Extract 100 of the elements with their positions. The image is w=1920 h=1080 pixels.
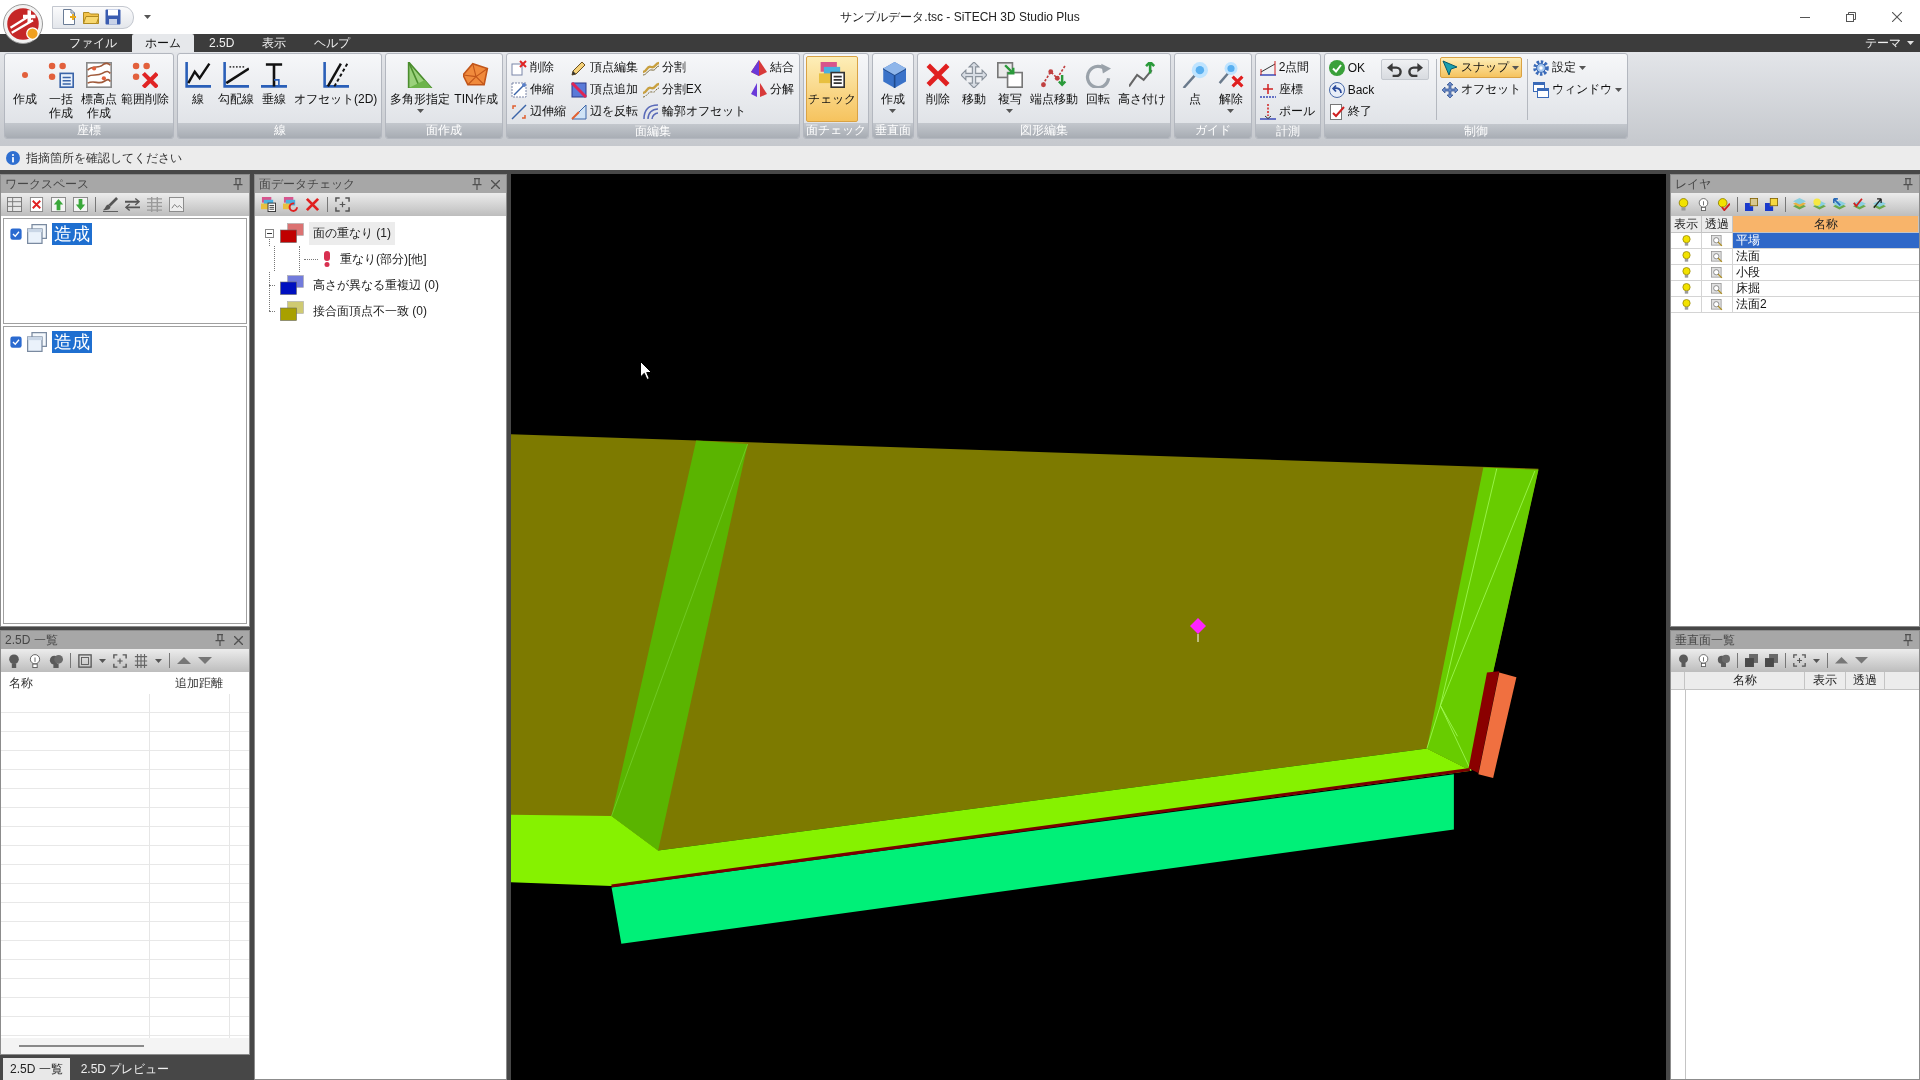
layers-list-icon[interactable]	[261, 197, 276, 212]
close-icon[interactable]	[234, 635, 243, 645]
grid-box-icon[interactable]	[134, 653, 148, 668]
ribbon-button[interactable]: 頂点編集	[568, 57, 641, 78]
brush-icon[interactable]	[103, 197, 118, 212]
caret-icon[interactable]	[1813, 658, 1820, 663]
folder-icon[interactable]	[83, 9, 99, 25]
ribbon-button[interactable]: 標高点作成	[79, 56, 119, 122]
ribbon-button[interactable]: ウィンドウ	[1531, 79, 1626, 100]
lightbulb-icon[interactable]	[1680, 283, 1692, 294]
ribbon-button[interactable]: チェック	[805, 56, 858, 122]
ribbon-button[interactable]: 一括作成	[43, 56, 79, 122]
layers-arrow-icon[interactable]	[1873, 198, 1886, 211]
pin-icon[interactable]	[1903, 178, 1913, 190]
column-header[interactable]: 透過	[1846, 672, 1885, 689]
ribbon-button[interactable]: TIN作成	[452, 56, 500, 122]
ribbon-button[interactable]: 範囲削除	[119, 56, 171, 122]
image-icon[interactable]	[169, 197, 184, 212]
lightbulb-icon[interactable]	[1677, 654, 1690, 667]
tree-item[interactable]: 高さが異なる重複辺 (0)	[309, 273, 443, 297]
up-triangle-icon[interactable]	[177, 657, 191, 664]
tree-item[interactable]: 接合面頂点不一致 (0)	[309, 299, 431, 323]
ribbon-button[interactable]: 線	[180, 56, 216, 122]
lightbulb-icon[interactable]	[7, 653, 21, 668]
layer-name[interactable]: 床掘	[1733, 281, 1919, 297]
ribbon-button[interactable]: 点	[1176, 56, 1213, 122]
frame-icon[interactable]	[78, 653, 92, 668]
ribbon-button[interactable]: オフセット(2D)	[292, 56, 380, 122]
caret-icon[interactable]	[99, 658, 106, 663]
pin-icon[interactable]	[1903, 634, 1913, 646]
fit-view-icon[interactable]	[1793, 654, 1806, 667]
ribbon-button[interactable]: ポール	[1257, 101, 1318, 122]
ribbon-button[interactable]: 分割EX	[640, 79, 705, 100]
column-header[interactable]: 名称	[1733, 216, 1919, 233]
ribbon-button[interactable]: 削除	[508, 57, 557, 78]
ribbon-button[interactable]: 高さ付け	[1115, 56, 1168, 122]
layer-name[interactable]: 法面2	[1733, 297, 1919, 313]
table-icon[interactable]	[7, 197, 22, 212]
down-triangle-icon[interactable]	[1855, 657, 1868, 664]
ribbon-button[interactable]: スナップ	[1440, 57, 1523, 78]
tree-item[interactable]: 重なり(部分)[他]	[336, 247, 431, 271]
3d-viewport[interactable]	[511, 174, 1666, 1080]
ribbon-button[interactable]: 座標	[1257, 79, 1306, 100]
undo-icon[interactable]	[1387, 62, 1403, 77]
lightbulb-outline-icon[interactable]	[1697, 654, 1710, 667]
up-triangle-icon[interactable]	[1835, 657, 1848, 664]
ribbon-button[interactable]: 移動	[955, 56, 992, 122]
ribbon-button[interactable]: 回転	[1079, 56, 1116, 122]
squares-icon[interactable]	[1745, 198, 1758, 211]
layers-bulb-icon[interactable]	[1813, 198, 1826, 211]
save-icon[interactable]	[105, 9, 121, 25]
ribbon-button[interactable]: 作成	[874, 56, 911, 122]
arrow-down-icon[interactable]	[73, 197, 88, 212]
menu-tab[interactable]: 2.5D	[196, 34, 248, 52]
column-header[interactable]: 透過	[1702, 216, 1733, 233]
ribbon-button[interactable]: オフセット	[1440, 79, 1525, 100]
ribbon-button[interactable]: 解除	[1212, 56, 1249, 122]
squares-icon[interactable]	[1745, 654, 1758, 667]
layer-name[interactable]: 平場	[1733, 233, 1919, 249]
scrollbar[interactable]	[19, 1045, 144, 1047]
ribbon-button[interactable]: 辺を反転	[568, 101, 641, 122]
workspace-item[interactable]: 造成	[52, 331, 92, 353]
workspace-item[interactable]: 造成	[52, 223, 92, 245]
layer-name[interactable]: 法面	[1733, 249, 1919, 265]
ribbon-button[interactable]: 分解	[748, 79, 797, 100]
ribbon-button[interactable]: 端点移動	[1027, 56, 1080, 122]
column-header[interactable]: 表示	[1805, 672, 1846, 689]
lightbulb-icon[interactable]	[1680, 299, 1692, 310]
theme-menu[interactable]: テーマ	[1859, 34, 1920, 52]
layer-name[interactable]: 小段	[1733, 265, 1919, 281]
collapse-icon[interactable]	[264, 228, 274, 238]
magnifier-icon[interactable]	[1711, 250, 1723, 263]
lightbulb-check-icon[interactable]	[1717, 198, 1730, 211]
ribbon-button[interactable]: 伸縮	[508, 79, 557, 100]
lightbulb-icon[interactable]	[1680, 267, 1692, 278]
ribbon-button[interactable]: 辺伸縮	[508, 101, 569, 122]
menu-tab[interactable]: ホーム	[132, 34, 194, 52]
lightbulb-outline-icon[interactable]	[28, 653, 42, 668]
lightbulbs-icon[interactable]	[1717, 654, 1730, 667]
swap-arrows-icon[interactable]	[125, 197, 140, 212]
redo-icon[interactable]	[1408, 62, 1424, 77]
ribbon-button[interactable]: 頂点追加	[568, 79, 641, 100]
column-header[interactable]: 追加距離	[149, 674, 229, 692]
tree-item[interactable]: 面の重なり (1)	[309, 221, 395, 245]
layers-check-icon[interactable]	[1853, 198, 1866, 211]
delete-icon[interactable]	[305, 197, 320, 212]
checkbox[interactable]	[10, 336, 22, 348]
lightbulb-icon[interactable]	[1680, 235, 1692, 246]
ribbon-button[interactable]: Back	[1326, 79, 1378, 100]
magnifier-icon[interactable]	[1711, 282, 1723, 295]
stacked-layers-icon[interactable]	[1793, 198, 1806, 211]
ribbon-button[interactable]: 複写	[991, 56, 1028, 122]
delete-file-icon[interactable]	[29, 197, 44, 212]
panel-tab[interactable]: 2.5D プレビュー	[73, 1058, 177, 1080]
ribbon-button[interactable]: 勾配線	[216, 56, 256, 122]
fit-view-icon[interactable]	[335, 197, 350, 212]
grid-icon[interactable]	[147, 197, 162, 212]
lightbulb-icon[interactable]	[1680, 251, 1692, 262]
magnifier-icon[interactable]	[1711, 234, 1723, 247]
ribbon-button[interactable]: 作成	[7, 56, 43, 122]
